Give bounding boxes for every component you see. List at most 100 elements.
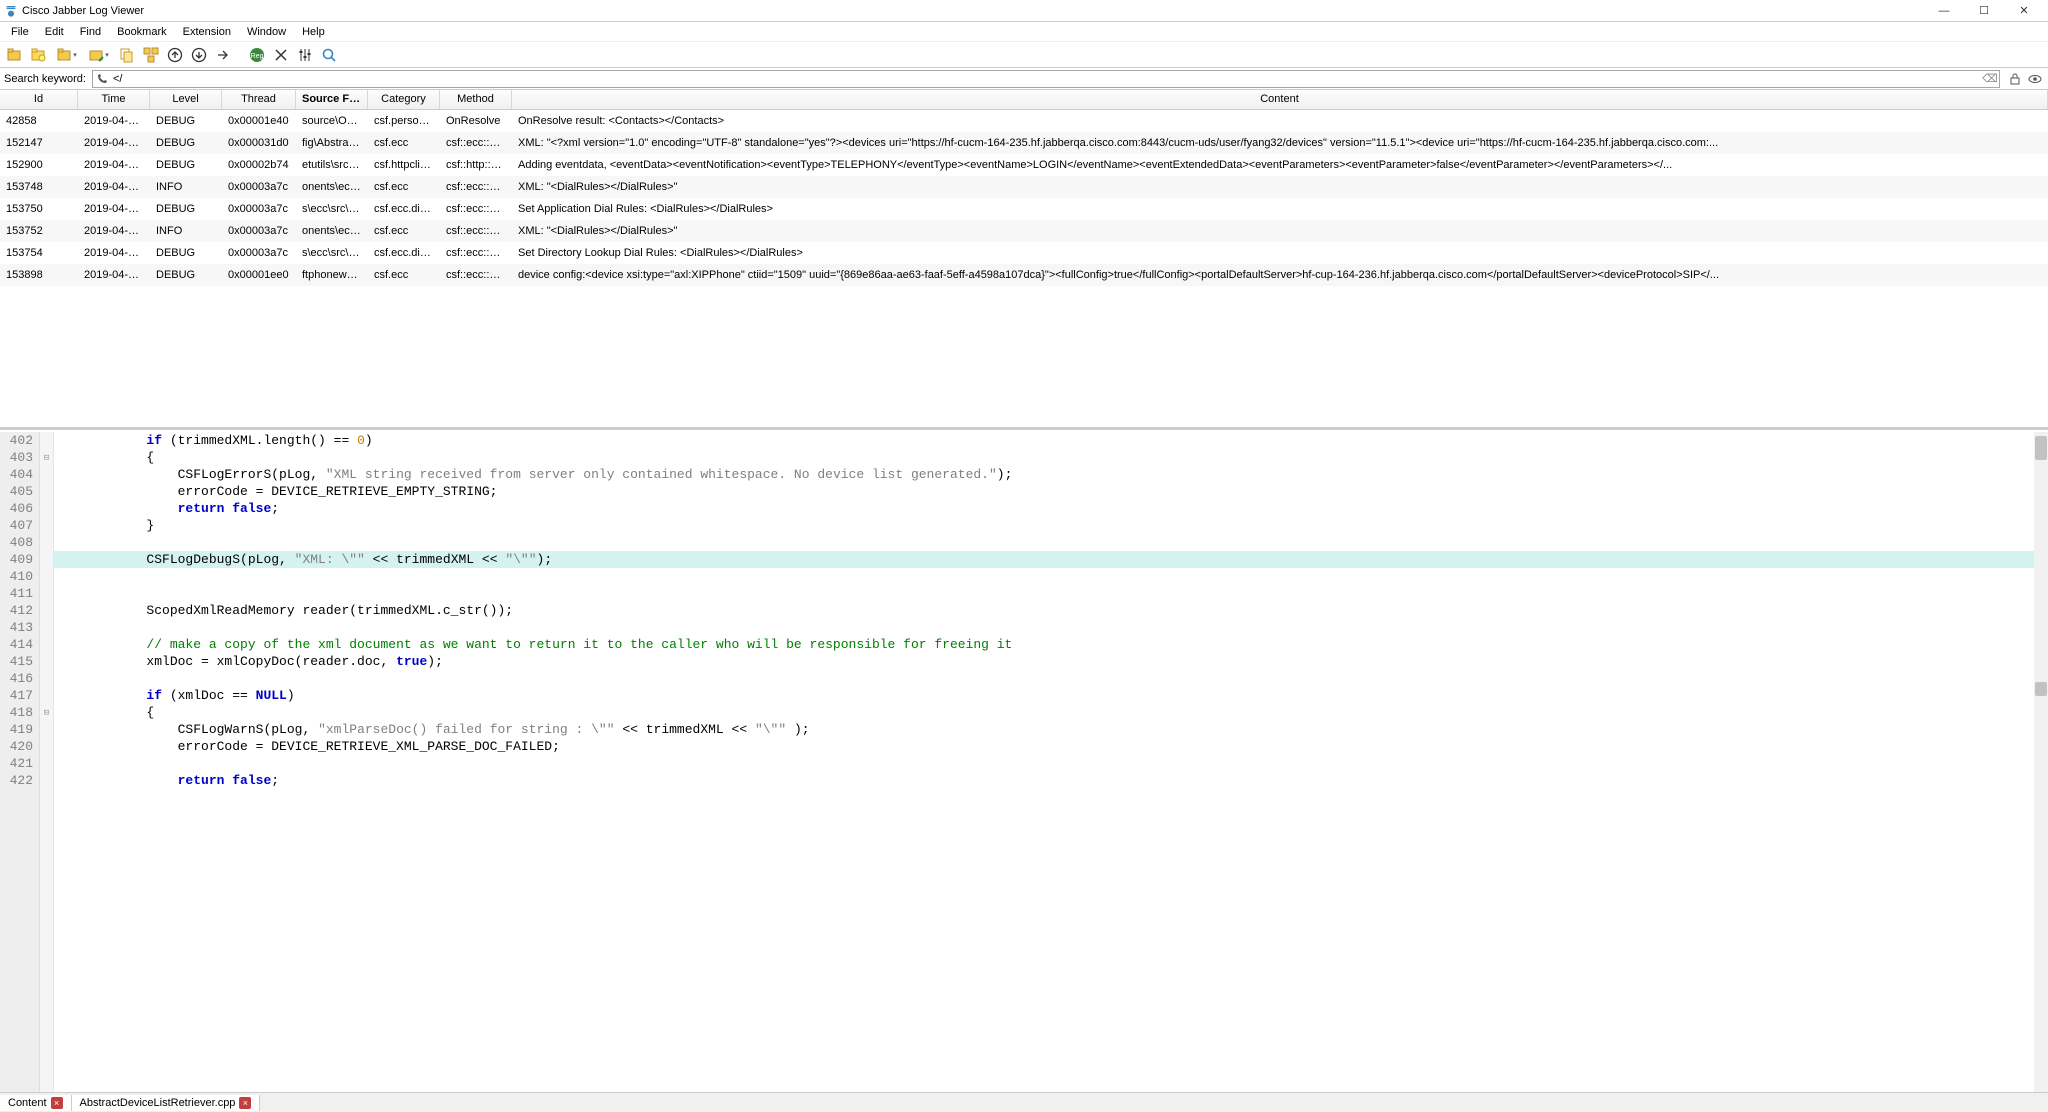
log-cell: Set Directory Lookup Dial Rules: <DialRu… [512, 247, 2048, 259]
log-row[interactable]: 1538982019-04-17 ...DEBUG0x00001ee0ftpho… [0, 264, 2048, 286]
log-cell: 2019-04-17 ... [78, 269, 150, 281]
app-icon [4, 4, 18, 18]
fold-marker[interactable] [40, 653, 53, 670]
fold-marker[interactable] [40, 738, 53, 755]
folder-dropdown-icon[interactable]: ▾ [52, 44, 82, 66]
fold-column[interactable]: ⊟⊟ [40, 432, 54, 1092]
code-line: return false; [54, 500, 2048, 517]
code-line: ScopedXmlReadMemory reader(trimmedXML.c_… [54, 602, 2048, 619]
log-cell: csf.ecc [368, 225, 440, 237]
file-open-icon[interactable] [4, 44, 26, 66]
line-number: 421 [4, 755, 33, 772]
maximize-button[interactable]: ☐ [1964, 1, 2004, 21]
menu-edit[interactable]: Edit [38, 24, 71, 40]
sliders-icon[interactable] [294, 44, 316, 66]
fold-marker[interactable] [40, 568, 53, 585]
file-open-yellow-icon[interactable] [28, 44, 50, 66]
window-title: Cisco Jabber Log Viewer [22, 5, 144, 17]
col-header-content[interactable]: Content [512, 90, 2048, 109]
close-icon[interactable]: × [51, 1097, 63, 1109]
regex-badge-icon[interactable]: Reg [246, 44, 268, 66]
log-row[interactable]: 1521472019-04-17 ...DEBUG0x000031d0fig\A… [0, 132, 2048, 154]
tab-content[interactable]: Content × [0, 1095, 72, 1111]
log-cell: Adding eventdata, <eventData><eventNotif… [512, 159, 2048, 171]
line-number: 404 [4, 466, 33, 483]
fold-marker[interactable] [40, 670, 53, 687]
fold-marker[interactable] [40, 636, 53, 653]
log-row[interactable]: 428582019-04-17 ...DEBUG0x00001e40source… [0, 110, 2048, 132]
line-number: 419 [4, 721, 33, 738]
right-arrow-icon[interactable] [212, 44, 234, 66]
code-line [54, 568, 2048, 585]
log-cell: csf.person.outl... [368, 115, 440, 127]
menu-help[interactable]: Help [295, 24, 332, 40]
fold-marker[interactable] [40, 517, 53, 534]
clear-x-icon[interactable]: ⌫ [1983, 72, 1997, 86]
vertical-scrollbar[interactable] [2034, 432, 2048, 1092]
col-header-category[interactable]: Category [368, 90, 440, 109]
log-cell: 0x000031d0 [222, 137, 296, 149]
fold-marker[interactable]: ⊟ [40, 449, 53, 466]
up-arrow-circle-icon[interactable] [164, 44, 186, 66]
log-row[interactable]: 1529002019-04-17 ...DEBUG0x00002b74etuti… [0, 154, 2048, 176]
fold-marker[interactable] [40, 551, 53, 568]
log-table-body[interactable]: 428582019-04-17 ...DEBUG0x00001e40source… [0, 110, 2048, 286]
minimize-button[interactable]: — [1924, 1, 1964, 21]
menu-file[interactable]: File [4, 24, 36, 40]
fold-marker[interactable] [40, 483, 53, 500]
tab-label: AbstractDeviceListRetriever.cpp [80, 1097, 236, 1109]
fold-marker[interactable] [40, 466, 53, 483]
tab-label: Content [8, 1097, 47, 1109]
lock-icon[interactable] [2006, 70, 2024, 88]
menu-extension[interactable]: Extension [176, 24, 238, 40]
log-row[interactable]: 1537522019-04-17 ...INFO0x00003a7conents… [0, 220, 2048, 242]
close-window-button[interactable]: ✕ [2004, 1, 2044, 21]
menu-find[interactable]: Find [73, 24, 108, 40]
code-area[interactable]: if (trimmedXML.length() == 0) { CSFLogEr… [54, 432, 2048, 1092]
menu-bookmark[interactable]: Bookmark [110, 24, 174, 40]
menu-window[interactable]: Window [240, 24, 293, 40]
down-arrow-circle-icon[interactable] [188, 44, 210, 66]
col-header-thread[interactable]: Thread [222, 90, 296, 109]
col-header-id[interactable]: Id [0, 90, 78, 109]
log-row[interactable]: 1537482019-04-17 ...INFO0x00003a7conents… [0, 176, 2048, 198]
code-line: errorCode = DEVICE_RETRIEVE_EMPTY_STRING… [54, 483, 2048, 500]
log-cell: csf::ecc::Abstra... [440, 137, 512, 149]
scroll-thumb-top[interactable] [2035, 436, 2047, 460]
log-cell: 2019-04-17 ... [78, 137, 150, 149]
fold-marker[interactable]: ⊟ [40, 704, 53, 721]
copy-icon[interactable] [116, 44, 138, 66]
scroll-thumb-mid[interactable] [2035, 682, 2047, 696]
boxes-icon[interactable] [140, 44, 162, 66]
tools-icon[interactable] [270, 44, 292, 66]
fold-marker[interactable] [40, 619, 53, 636]
fold-marker[interactable] [40, 534, 53, 551]
fold-marker[interactable] [40, 432, 53, 449]
fold-marker[interactable] [40, 602, 53, 619]
col-header-source[interactable]: Source File [296, 90, 368, 109]
search-input[interactable] [109, 73, 1983, 85]
fold-marker[interactable] [40, 755, 53, 772]
log-row[interactable]: 1537502019-04-17 ...DEBUG0x00003a7cs\ecc… [0, 198, 2048, 220]
code-line: { [54, 449, 2048, 466]
tab-abstractdevicelistretriever-cpp[interactable]: AbstractDeviceListRetriever.cpp× [72, 1095, 261, 1111]
fold-marker[interactable] [40, 772, 53, 789]
folder-green-dropdown-icon[interactable]: ▾ [84, 44, 114, 66]
col-header-time[interactable]: Time [78, 90, 150, 109]
line-number: 418 [4, 704, 33, 721]
magnifier-icon[interactable] [318, 44, 340, 66]
col-header-method[interactable]: Method [440, 90, 512, 109]
search-bar: Search keyword: ⌫ [0, 68, 2048, 90]
fold-marker[interactable] [40, 687, 53, 704]
fold-marker[interactable] [40, 585, 53, 602]
code-viewer: 4024034044054064074084094104114124134144… [0, 432, 2048, 1092]
eye-icon[interactable] [2026, 70, 2044, 88]
log-row[interactable]: 1537542019-04-17 ...DEBUG0x00003a7cs\ecc… [0, 242, 2048, 264]
log-cell: 153752 [0, 225, 78, 237]
col-header-level[interactable]: Level [150, 90, 222, 109]
fold-marker[interactable] [40, 500, 53, 517]
line-number: 406 [4, 500, 33, 517]
log-cell: 0x00002b74 [222, 159, 296, 171]
close-icon[interactable]: × [239, 1097, 251, 1109]
fold-marker[interactable] [40, 721, 53, 738]
